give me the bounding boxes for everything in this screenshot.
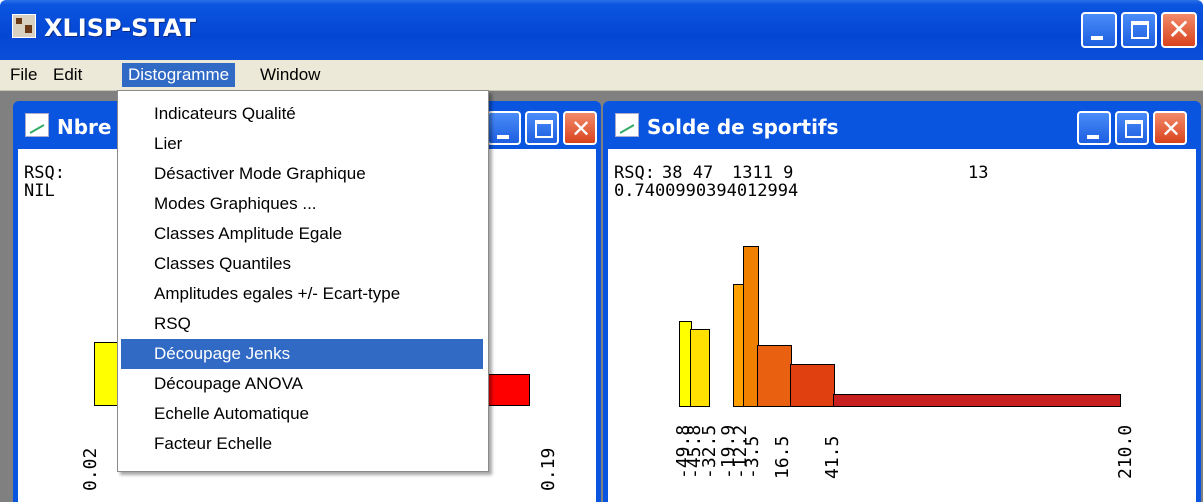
- solde-header-numbers: 38 47: [662, 163, 714, 183]
- minimize-icon: [497, 135, 509, 139]
- close-icon: ✕: [1160, 115, 1182, 143]
- minimize-icon: [1087, 135, 1099, 139]
- minimize-icon: [1091, 36, 1103, 40]
- menu-item-amplitudes-egales-ecart-type[interactable]: Amplitudes egales +/- Ecart-type: [121, 279, 483, 309]
- solde-tick-7: 16.5: [772, 435, 793, 479]
- menu-item-lier[interactable]: Lier: [121, 129, 483, 159]
- menu-edit[interactable]: Edit: [47, 63, 88, 87]
- solde-minimize-button[interactable]: [1077, 111, 1111, 145]
- close-icon: ✕: [1167, 13, 1191, 46]
- solde-tick-6: -3.5: [742, 435, 763, 479]
- menu-item-decoupage-jenks[interactable]: Découpage Jenks: [121, 339, 483, 369]
- maximize-icon: [1131, 21, 1149, 39]
- solde-tick-3: -32.5: [699, 424, 720, 479]
- nbre-tick-first: 0.02: [80, 447, 101, 491]
- app-title: XLISP-STAT: [44, 14, 197, 42]
- solde-header-numbers-3: 13: [968, 163, 989, 183]
- menu-item-modes-graphiques[interactable]: Modes Graphiques ...: [121, 189, 483, 219]
- menubar: File Edit Distogramme Window: [0, 60, 1203, 91]
- solde-bar-7: [790, 364, 835, 407]
- menu-item-desactiver-mode-graphique[interactable]: Désactiver Mode Graphique: [121, 159, 483, 189]
- nbre-rsq-label: RSQ:: [24, 163, 65, 183]
- nbre-rsq-value: NIL: [24, 181, 55, 201]
- menu-item-classes-amplitude-egale[interactable]: Classes Amplitude Egale: [121, 219, 483, 249]
- solde-rsq-label: RSQ:: [614, 163, 655, 183]
- maximize-icon: [535, 120, 553, 138]
- menu-item-indicateurs-qualite[interactable]: Indicateurs Qualité: [121, 99, 483, 129]
- menu-distogramme[interactable]: Distogramme: [122, 63, 236, 87]
- window-nbre-title: Nbre: [57, 115, 112, 139]
- nbre-maximize-button[interactable]: [525, 111, 559, 145]
- close-button[interactable]: ✕: [1161, 12, 1197, 48]
- window-solde-de-sportifs[interactable]: Solde de sportifs ✕ RSQ: 38 47 1311 9 13…: [603, 101, 1201, 502]
- distogramme-menu: Indicateurs Qualité Lier Désactiver Mode…: [117, 90, 489, 472]
- menu-item-classes-quantiles[interactable]: Classes Quantiles: [121, 249, 483, 279]
- solde-bar-8: [833, 394, 1121, 407]
- nbre-tick-last: 0.19: [538, 447, 559, 491]
- menu-item-decoupage-anova[interactable]: Découpage ANOVA: [121, 369, 483, 399]
- nbre-close-button[interactable]: ✕: [563, 111, 597, 145]
- chart-window-icon: [615, 113, 639, 137]
- solde-bar-6: [757, 345, 792, 407]
- solde-close-button[interactable]: ✕: [1153, 111, 1187, 145]
- app-icon[interactable]: [12, 14, 36, 38]
- maximize-button[interactable]: [1121, 12, 1157, 48]
- menu-item-facteur-echelle[interactable]: Facteur Echelle: [121, 429, 483, 459]
- maximize-icon: [1125, 120, 1143, 138]
- close-icon: ✕: [570, 115, 592, 143]
- chart-window-icon: [25, 113, 49, 137]
- solde-maximize-button[interactable]: [1115, 111, 1149, 145]
- solde-header-numbers-2: 1311 9: [732, 163, 794, 183]
- window-solde-title: Solde de sportifs: [647, 115, 839, 139]
- minimize-button[interactable]: [1081, 12, 1117, 48]
- nbre-bar-red: [486, 374, 530, 406]
- solde-tick-8: 41.5: [822, 435, 843, 479]
- menu-item-echelle-automatique[interactable]: Echelle Automatique: [121, 399, 483, 429]
- nbre-minimize-button[interactable]: [487, 111, 521, 145]
- menu-file[interactable]: File: [4, 63, 43, 87]
- app-titlebar[interactable]: XLISP-STAT ✕: [0, 0, 1203, 60]
- menu-window[interactable]: Window: [254, 63, 326, 87]
- solde-tick-9: 210.0: [1115, 424, 1136, 479]
- solde-bar-2: [690, 329, 710, 407]
- menu-item-rsq[interactable]: RSQ: [121, 309, 483, 339]
- solde-rsq-value: 0.7400990394012994: [614, 181, 799, 201]
- solde-plot-area[interactable]: RSQ: 38 47 1311 9 13 0.7400990394012994 …: [608, 149, 1196, 502]
